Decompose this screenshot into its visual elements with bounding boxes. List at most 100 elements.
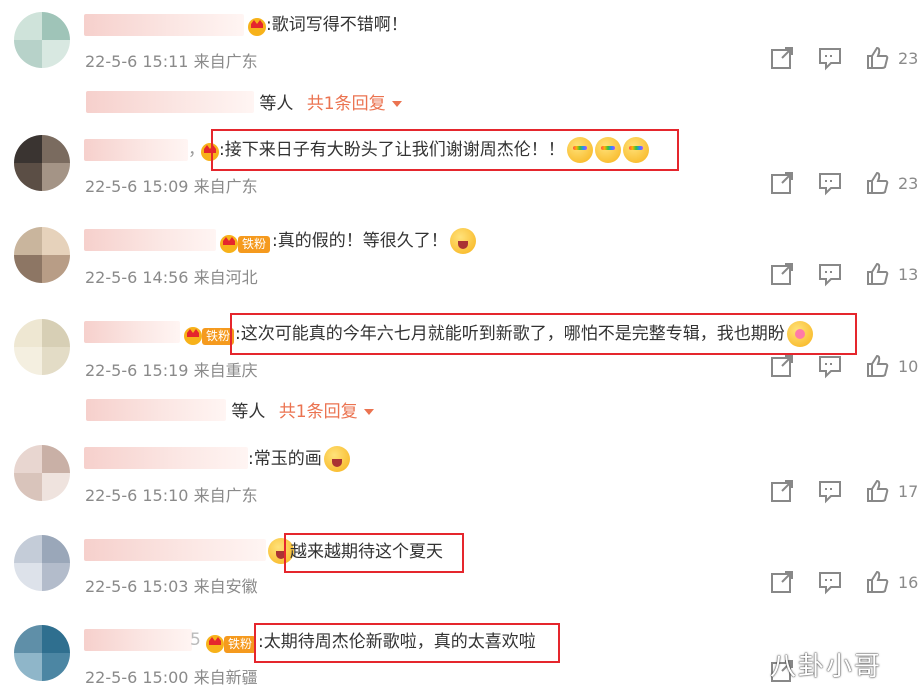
chevron-down-icon[interactable] — [391, 101, 402, 107]
comment-text: :这次可能真的今年六七月就能听到新歌了，哪怕不是完整专辑，我也期盼 — [235, 321, 813, 347]
comment-2: ， :接下来日子有大盼头了让我们谢谢周杰伦！！ 22-5-6 15:09 来自广… — [0, 125, 924, 215]
crown-icon — [206, 635, 224, 653]
rainbow-face-emoji — [566, 137, 593, 163]
thumbs-up-icon[interactable] — [864, 169, 892, 197]
share-icon[interactable] — [768, 352, 796, 380]
location: 来自新疆 — [193, 668, 258, 687]
comment-text: :太期待周杰伦新歌啦，真的太喜欢啦 — [258, 632, 536, 652]
location: 来自重庆 — [193, 361, 258, 380]
like-count: 13 — [898, 265, 919, 284]
avatar[interactable] — [14, 445, 70, 501]
share-icon[interactable] — [768, 169, 796, 197]
share-icon[interactable] — [768, 568, 796, 596]
timestamp: 22-5-6 15:09 — [85, 177, 189, 196]
like-count: 23 — [898, 49, 919, 68]
comment-4: 铁粉 :这次可能真的今年六七月就能听到新歌了，哪怕不是完整专辑，我也期盼 22-… — [0, 309, 924, 399]
thumbs-up-icon[interactable] — [864, 568, 892, 596]
like-count: 10 — [898, 357, 919, 376]
username[interactable] — [84, 14, 244, 36]
username-suffix: 5 — [190, 630, 201, 650]
timestamp: 22-5-6 14:56 — [85, 268, 189, 287]
comment-icon[interactable] — [816, 44, 844, 72]
timestamp: 22-5-6 15:19 — [85, 361, 189, 380]
share-icon[interactable] — [768, 260, 796, 288]
cheer-face-emoji — [323, 446, 350, 472]
rainbow-face-emoji — [594, 137, 621, 163]
share-icon[interactable] — [768, 44, 796, 72]
crown-icon — [184, 327, 202, 345]
comment-icon[interactable] — [816, 568, 844, 596]
watermark: 八卦小哥 — [770, 652, 883, 682]
comment-meta: 22-5-6 15:10 来自广东 — [85, 482, 258, 506]
comment-icon[interactable] — [816, 260, 844, 288]
avatar[interactable] — [14, 625, 70, 681]
avatar[interactable] — [14, 12, 70, 68]
reply-users: 等人 — [259, 94, 294, 114]
username[interactable] — [84, 447, 248, 469]
comment-text-content: :真的假的！等很久了！ — [272, 231, 448, 251]
thumbs-up-icon[interactable] — [864, 352, 892, 380]
comment-text: :常玉的画 — [248, 446, 350, 472]
flower-face-emoji — [786, 321, 813, 347]
like-count: 16 — [898, 573, 919, 592]
share-icon[interactable] — [768, 477, 796, 505]
like-count: 17 — [898, 482, 919, 501]
reply-count-link[interactable]: 共1条回复 — [307, 94, 386, 114]
fan-badge: 铁粉 — [238, 236, 271, 253]
location: 来自河北 — [193, 268, 258, 287]
comment-text: 越来越期待这个夏天 — [290, 542, 443, 562]
shocked-face-emoji — [449, 228, 476, 254]
chevron-down-icon[interactable] — [363, 409, 374, 415]
timestamp: 22-5-6 15:10 — [85, 486, 189, 505]
comment-3: 铁粉 :真的假的！等很久了！ 22-5-6 14:56 来自河北 13 — [0, 217, 924, 307]
comment-icon[interactable] — [816, 477, 844, 505]
crown-icon — [220, 235, 238, 253]
reply-count-link[interactable]: 共1条回复 — [279, 402, 358, 422]
thumbs-up-icon[interactable] — [864, 44, 892, 72]
avatar[interactable] — [14, 227, 70, 283]
comment-icon[interactable] — [816, 352, 844, 380]
reply-username[interactable] — [86, 91, 254, 113]
comment-icon[interactable] — [816, 169, 844, 197]
thumbs-up-icon[interactable] — [864, 477, 892, 505]
comment-6: 越来越期待这个夏天 22-5-6 15:03 来自安徽 16 — [0, 527, 924, 617]
comment-meta: 22-5-6 14:56 来自河北 — [85, 264, 258, 288]
comment-5: :常玉的画 22-5-6 15:10 来自广东 17 — [0, 435, 924, 525]
username[interactable] — [84, 139, 188, 161]
reply-users: 等人 — [231, 402, 266, 422]
comment-text-content: :常玉的画 — [248, 449, 322, 469]
reply-username[interactable] — [86, 399, 226, 421]
username[interactable] — [84, 321, 180, 343]
comment-1: :歌词写得不错啊！ 22-5-6 15:11 来自广东 23 — [0, 0, 924, 90]
comment-text-content: :接下来日子有大盼头了让我们谢谢周杰伦！！ — [219, 140, 565, 160]
avatar[interactable] — [14, 319, 70, 375]
comment-text: :真的假的！等很久了！ — [272, 228, 476, 254]
crown-icon — [248, 18, 266, 36]
comment-text: :歌词写得不错啊！ — [266, 15, 408, 35]
reply-summary-2[interactable]: 等人 共1条回复 — [86, 395, 374, 422]
comment-meta: 22-5-6 15:09 来自广东 — [85, 173, 258, 197]
comment-meta: 22-5-6 15:11 来自广东 — [85, 48, 258, 72]
location: 来自广东 — [193, 52, 258, 71]
like-count: 23 — [898, 174, 919, 193]
location: 来自广东 — [193, 486, 258, 505]
avatar[interactable] — [14, 535, 70, 591]
location: 来自广东 — [193, 177, 258, 196]
avatar[interactable] — [14, 135, 70, 191]
rainbow-face-emoji — [622, 137, 649, 163]
comment-text-content: :这次可能真的今年六七月就能听到新歌了，哪怕不是完整专辑，我也期盼 — [235, 324, 785, 344]
timestamp: 22-5-6 15:03 — [85, 577, 189, 596]
comment-meta: 22-5-6 15:19 来自重庆 — [85, 357, 258, 381]
fan-badge: 铁粉 — [224, 636, 257, 653]
timestamp: 22-5-6 15:00 — [85, 668, 189, 687]
username[interactable] — [84, 629, 192, 651]
comment-meta: 22-5-6 15:00 来自新疆 — [85, 664, 258, 688]
username[interactable] — [84, 229, 216, 251]
timestamp: 22-5-6 15:11 — [85, 52, 189, 71]
reply-summary-1[interactable]: 等人 共1条回复 — [86, 87, 402, 114]
comment-meta: 22-5-6 15:03 来自安徽 — [85, 573, 258, 597]
comment-text: :接下来日子有大盼头了让我们谢谢周杰伦！！ — [219, 137, 649, 163]
location: 来自安徽 — [193, 577, 258, 596]
thumbs-up-icon[interactable] — [864, 260, 892, 288]
username[interactable] — [84, 539, 266, 561]
